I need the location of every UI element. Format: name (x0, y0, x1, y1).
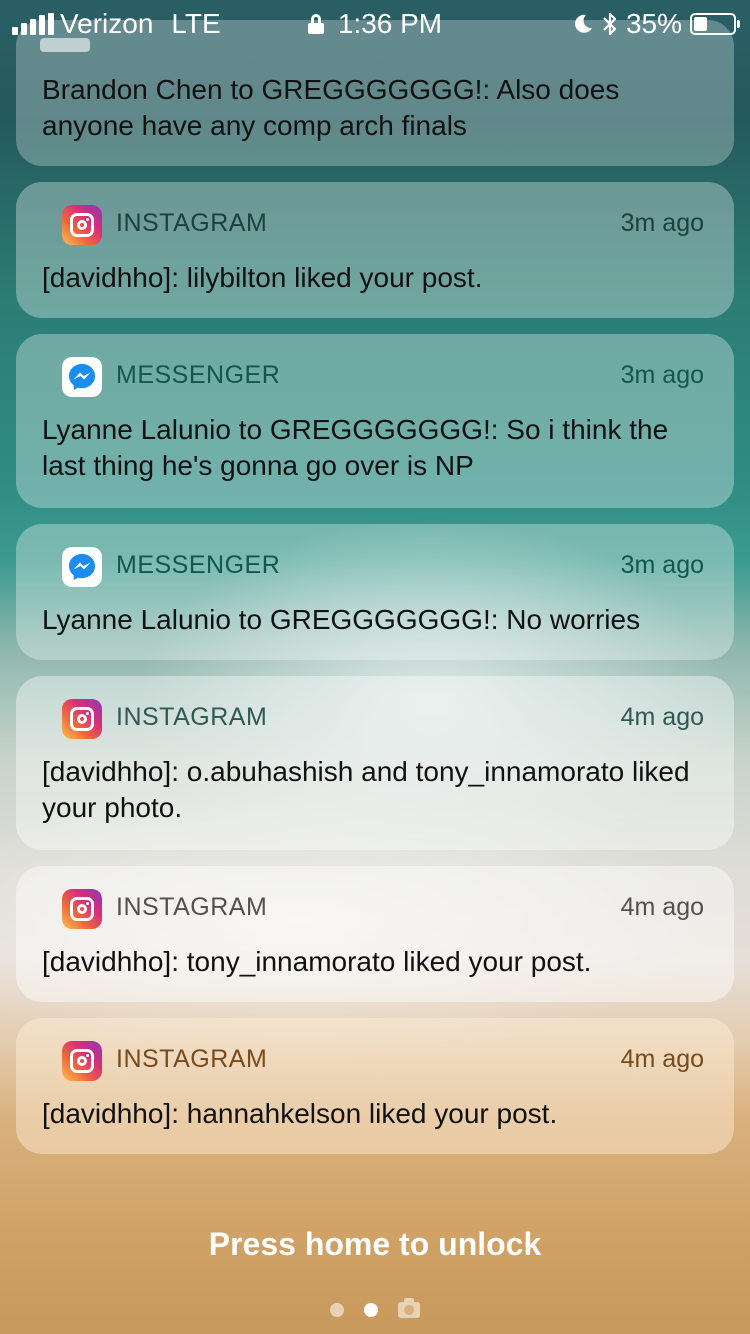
notification-card[interactable]: INSTAGRAM 4m ago [davidhho]: o.abuhashis… (16, 676, 734, 850)
notification-time: 3m ago (620, 209, 704, 237)
camera-icon[interactable] (398, 1298, 420, 1318)
messenger-icon (40, 38, 90, 52)
instagram-icon (62, 205, 102, 245)
unlock-hint: Press home to unlock (208, 1226, 542, 1262)
instagram-icon (62, 699, 102, 739)
page-indicator[interactable] (0, 1298, 750, 1318)
instagram-icon (62, 1041, 102, 1081)
notification-time: 4m ago (620, 1045, 704, 1073)
app-name: INSTAGRAM (116, 209, 268, 237)
instagram-icon (62, 889, 102, 929)
notification-text: Brandon Chen to GREGGGGGGG!: Also does a… (42, 74, 620, 141)
notification-text: [davidhho]: o.abuhashish and tony_innamo… (42, 756, 690, 823)
notification-time: 3m ago (620, 551, 704, 579)
notification-card[interactable]: Brandon Chen to GREGGGGGGG!: Also does a… (16, 20, 734, 166)
notification-card[interactable]: INSTAGRAM 3m ago [davidhho]: lilybilton … (16, 182, 734, 318)
app-name: INSTAGRAM (116, 703, 268, 731)
app-name: MESSENGER (116, 361, 281, 389)
notification-time: 4m ago (620, 703, 704, 731)
messenger-icon (62, 357, 102, 397)
notification-text: [davidhho]: lilybilton liked your post. (42, 262, 483, 293)
notification-card[interactable]: MESSENGER 3m ago Lyanne Lalunio to GREGG… (16, 524, 734, 660)
notification-time: 4m ago (620, 893, 704, 921)
page-dot-active[interactable] (364, 1303, 378, 1317)
notification-text: Lyanne Lalunio to GREGGGGGGG!: So i thin… (42, 414, 669, 481)
notification-card[interactable]: MESSENGER 3m ago Lyanne Lalunio to GREGG… (16, 334, 734, 508)
messenger-icon (62, 547, 102, 587)
notification-text: [davidhho]: tony_innamorato liked your p… (42, 946, 592, 977)
notification-card[interactable]: INSTAGRAM 4m ago [davidhho]: tony_innamo… (16, 866, 734, 1002)
app-name: INSTAGRAM (116, 893, 268, 921)
notification-text: [davidhho]: hannahkelson liked your post… (42, 1098, 558, 1129)
app-name: MESSENGER (116, 551, 281, 579)
page-dot[interactable] (330, 1303, 344, 1317)
notification-card[interactable]: INSTAGRAM 4m ago [davidhho]: hannahkelso… (16, 1018, 734, 1154)
notification-time: 3m ago (620, 361, 704, 389)
notification-text: Lyanne Lalunio to GREGGGGGGG!: No worrie… (42, 604, 641, 635)
app-name: INSTAGRAM (116, 1045, 268, 1073)
